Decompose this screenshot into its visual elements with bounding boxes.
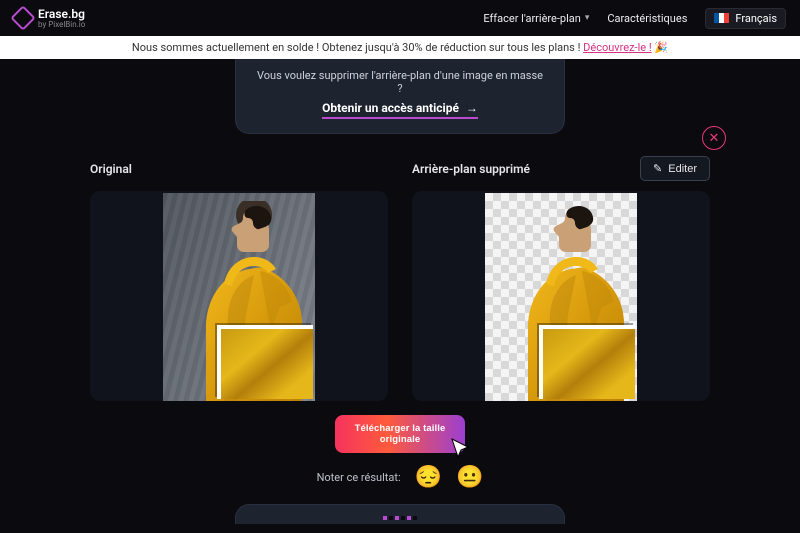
arrow-right-icon: → <box>466 101 478 115</box>
pixel-icon <box>383 516 417 520</box>
next-card <box>235 504 565 524</box>
bulk-text-line2: ? <box>254 82 546 95</box>
removed-panel <box>412 191 710 401</box>
bulk-text-line1: Vous voulez supprimer l'arrière-plan d'u… <box>254 69 546 82</box>
brand-title: Erase.bg <box>38 8 85 20</box>
close-icon: ✕ <box>709 131 720 146</box>
compare-section: Original Arrière-plan supprimé ✎ Editer <box>90 156 710 524</box>
download-line2: originale <box>380 434 421 445</box>
chevron-down-icon: ▾ <box>585 13 590 23</box>
brand-logo-icon <box>10 5 35 30</box>
removed-header: Arrière-plan supprimé <box>412 162 530 176</box>
nav-features-label: Caractéristiques <box>607 12 687 25</box>
rating-sad-button[interactable]: 😔 <box>415 465 442 490</box>
nav-erase-dropdown[interactable]: Effacer l'arrière-plan ▾ <box>483 12 589 25</box>
download-original-button[interactable]: Télécharger la taille originale <box>335 415 465 453</box>
rating-row: Noter ce résultat: 😔 😐 <box>90 465 710 490</box>
download-line1: Télécharger la taille <box>355 423 446 434</box>
removed-image[interactable] <box>485 193 637 401</box>
compare-panels <box>90 191 710 401</box>
original-image[interactable] <box>163 193 315 401</box>
original-header: Original <box>90 162 388 176</box>
brand-subtitle: by PixelBin.io <box>38 21 85 29</box>
zoom-inset <box>217 325 313 399</box>
close-button[interactable]: ✕ <box>702 126 726 150</box>
party-popper-icon: 🎉 <box>654 41 668 54</box>
zoom-inset <box>539 325 635 399</box>
bulk-cta-label: Obtenir un accès anticipé <box>322 101 459 115</box>
compare-headers: Original Arrière-plan supprimé ✎ Editer <box>90 156 710 181</box>
edit-label: Editer <box>668 163 697 175</box>
flag-fr-icon <box>714 13 729 23</box>
sale-banner: Nous sommes actuellement en solde ! Obte… <box>0 36 800 59</box>
brand-logo[interactable]: Erase.bg by PixelBin.io <box>14 8 85 29</box>
original-panel <box>90 191 388 401</box>
brand-text: Erase.bg by PixelBin.io <box>38 8 85 29</box>
top-nav: Erase.bg by PixelBin.io Effacer l'arrièr… <box>0 0 800 36</box>
nav-erase-label: Effacer l'arrière-plan <box>483 12 581 25</box>
bulk-cta-link[interactable]: Obtenir un accès anticipé → <box>322 101 478 119</box>
rating-prompt: Noter ce résultat: <box>317 471 401 484</box>
nav-features-link[interactable]: Caractéristiques <box>607 12 687 25</box>
rating-neutral-button[interactable]: 😐 <box>456 465 483 490</box>
language-label: Français <box>735 12 777 25</box>
sale-text: Nous sommes actuellement en solde ! Obte… <box>132 41 583 54</box>
download-wrap: Télécharger la taille originale <box>335 415 465 453</box>
language-selector[interactable]: Français <box>705 8 786 29</box>
edit-button[interactable]: ✎ Editer <box>640 156 710 181</box>
pencil-icon: ✎ <box>653 162 662 175</box>
sale-cta-link[interactable]: Découvrez-le ! <box>583 41 652 54</box>
bulk-remove-card: Vous voulez supprimer l'arrière-plan d'u… <box>235 59 565 134</box>
